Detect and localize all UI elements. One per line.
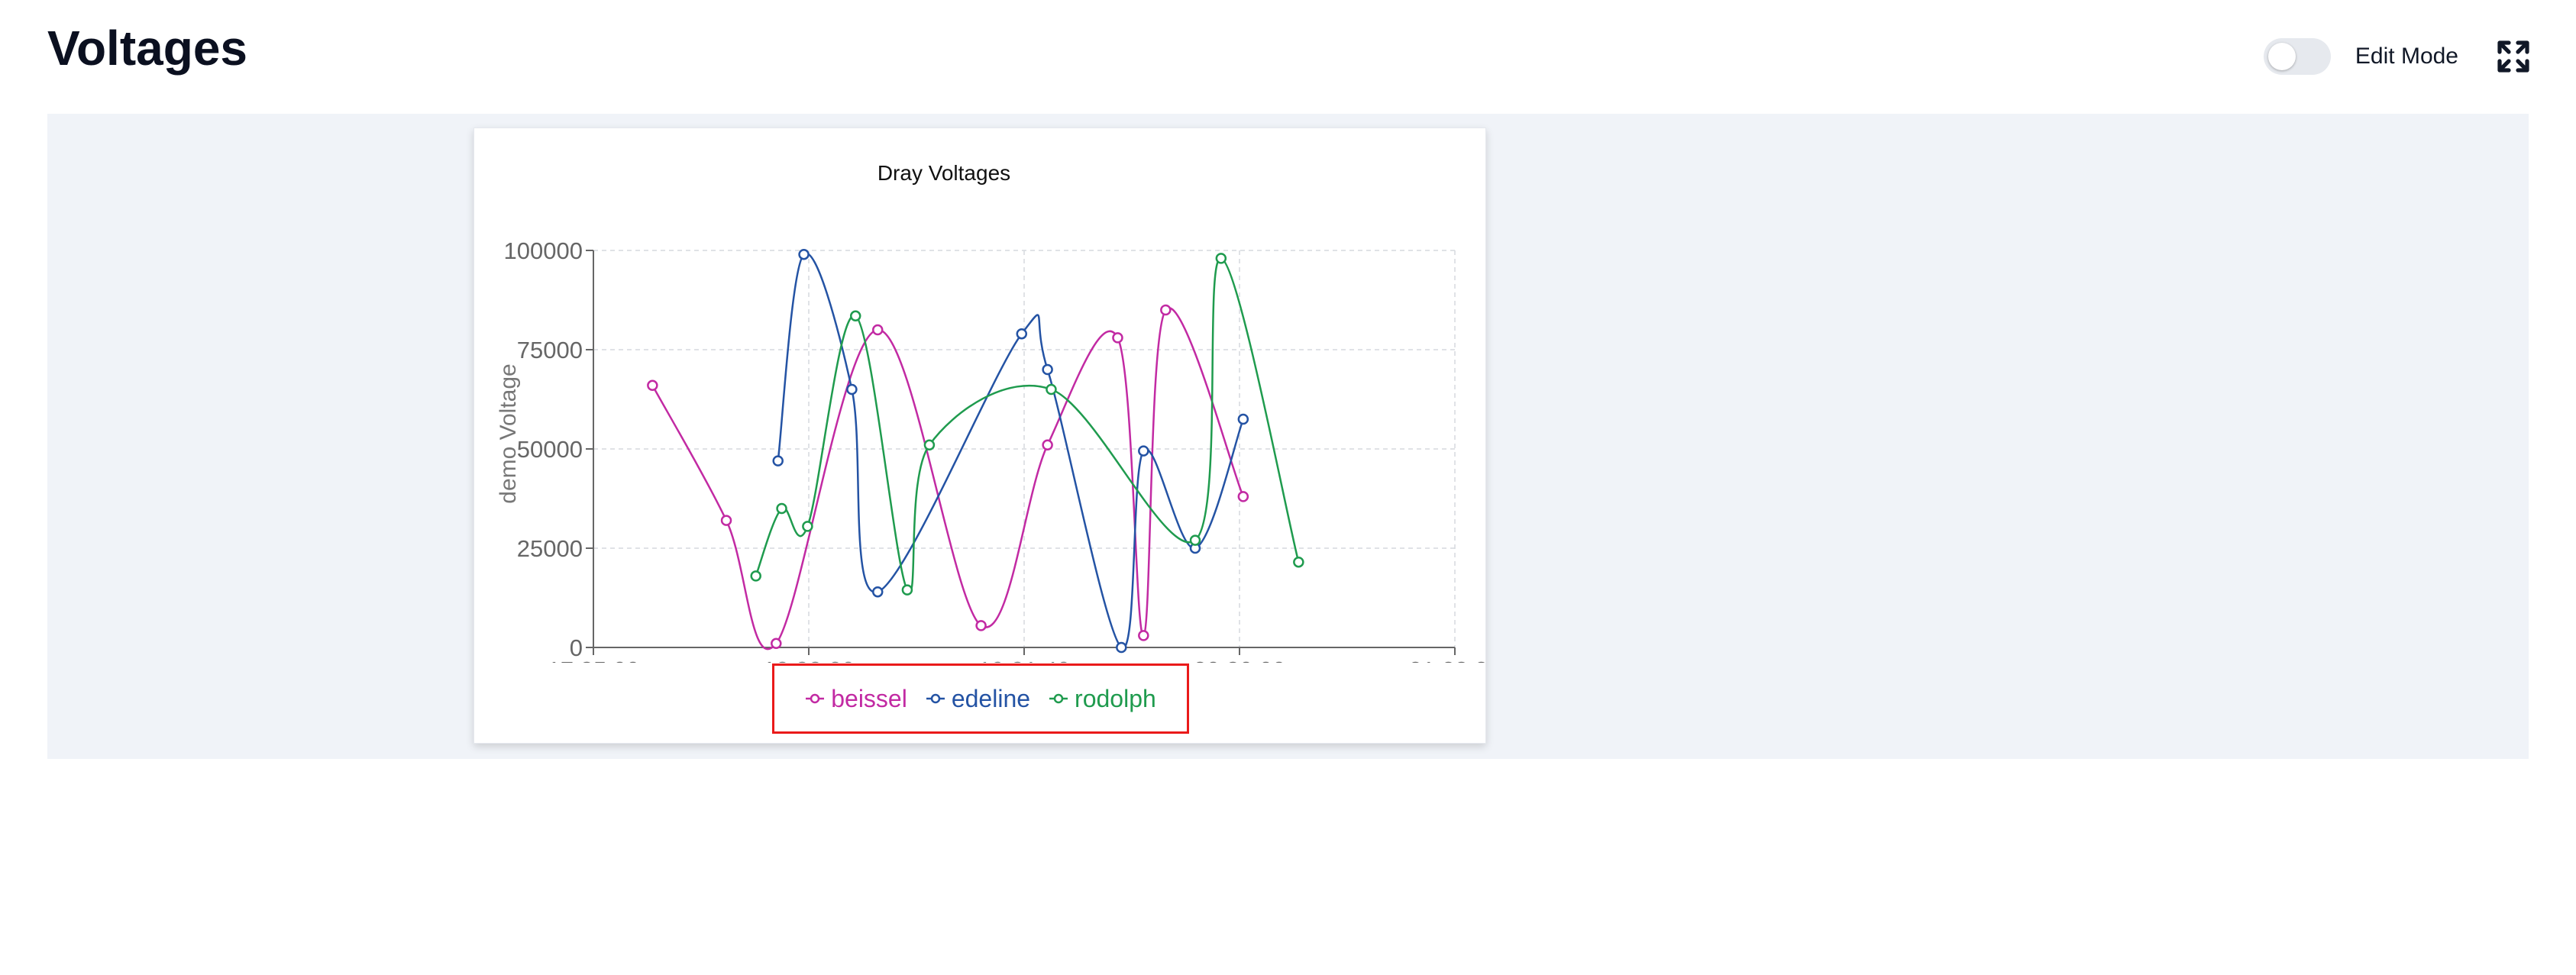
- y-tick-label: 100000: [504, 237, 583, 264]
- chart-card: Dray Voltages025000500007500010000017:35…: [474, 128, 1487, 744]
- x-tick-label: 17:35:00: [548, 657, 640, 663]
- x-tick-label: 20:30:00: [1194, 657, 1286, 663]
- data-point-edeline: [1138, 445, 1149, 457]
- edit-mode-label: Edit Mode: [2355, 44, 2458, 69]
- data-point-edeline: [871, 586, 884, 598]
- legend-marker-icon: [1049, 693, 1068, 704]
- legend-item-beissel[interactable]: beissel: [805, 685, 907, 713]
- legend-marker-icon: [806, 693, 825, 704]
- data-point-beissel: [771, 638, 782, 650]
- data-point-edeline: [1042, 363, 1053, 376]
- data-point-beissel: [1160, 304, 1172, 316]
- data-point-rodolph: [1189, 534, 1201, 546]
- data-point-rodolph: [901, 584, 913, 596]
- data-point-rodolph: [849, 310, 861, 322]
- data-point-beissel: [871, 324, 884, 336]
- data-point-rodolph: [802, 521, 813, 532]
- y-axis-label: demo Voltage: [496, 363, 521, 503]
- y-tick-label: 25000: [517, 535, 583, 562]
- data-point-beissel: [975, 620, 987, 631]
- dashboard-area: Dray Voltages025000500007500010000017:35…: [47, 114, 2529, 759]
- data-point-rodolph: [750, 570, 761, 582]
- data-point-rodolph: [923, 439, 936, 451]
- data-point-rodolph: [1046, 383, 1057, 395]
- data-point-rodolph: [1293, 556, 1304, 568]
- legend-item-edeline[interactable]: edeline: [926, 685, 1030, 713]
- legend-label: rodolph: [1075, 684, 1156, 712]
- data-point-beissel: [1112, 332, 1123, 344]
- legend-label: beissel: [831, 684, 907, 712]
- y-tick-label: 50000: [517, 436, 583, 463]
- y-tick-label: 75000: [517, 337, 583, 363]
- data-point-edeline: [1237, 413, 1249, 425]
- header-controls: Edit Mode: [2263, 34, 2532, 79]
- x-tick-label: 19:31:40: [978, 657, 1071, 663]
- legend-label: edeline: [951, 684, 1031, 712]
- chart-title: Dray Voltages: [878, 161, 1010, 185]
- data-point-edeline: [772, 455, 784, 467]
- series-line-edeline: [777, 252, 1245, 649]
- legend-item-rodolph[interactable]: rodolph: [1049, 685, 1156, 713]
- chart-legend: beissel edeline rodolph: [772, 663, 1189, 734]
- data-point-beissel: [647, 379, 658, 392]
- x-tick-label: 18:33:20: [763, 657, 855, 663]
- x-tick-label: 21:28:20: [1409, 657, 1487, 663]
- data-point-edeline: [1016, 328, 1028, 340]
- data-point-beissel: [720, 515, 732, 526]
- edit-mode-toggle[interactable]: [2263, 38, 2331, 75]
- data-point-edeline: [846, 383, 858, 395]
- toggle-knob: [2267, 43, 2296, 70]
- data-point-rodolph: [776, 502, 787, 515]
- data-point-beissel: [1237, 491, 1249, 502]
- line-chart: Dray Voltages025000500007500010000017:35…: [496, 161, 1487, 663]
- data-point-edeline: [798, 248, 810, 260]
- data-point-rodolph: [1215, 253, 1227, 264]
- fullscreen-expand-icon[interactable]: [2495, 38, 2532, 75]
- data-point-beissel: [1042, 439, 1053, 451]
- data-point-beissel: [1138, 630, 1149, 641]
- legend-marker-icon: [926, 693, 945, 704]
- data-point-edeline: [1116, 641, 1127, 654]
- page-title: Voltages: [47, 21, 247, 76]
